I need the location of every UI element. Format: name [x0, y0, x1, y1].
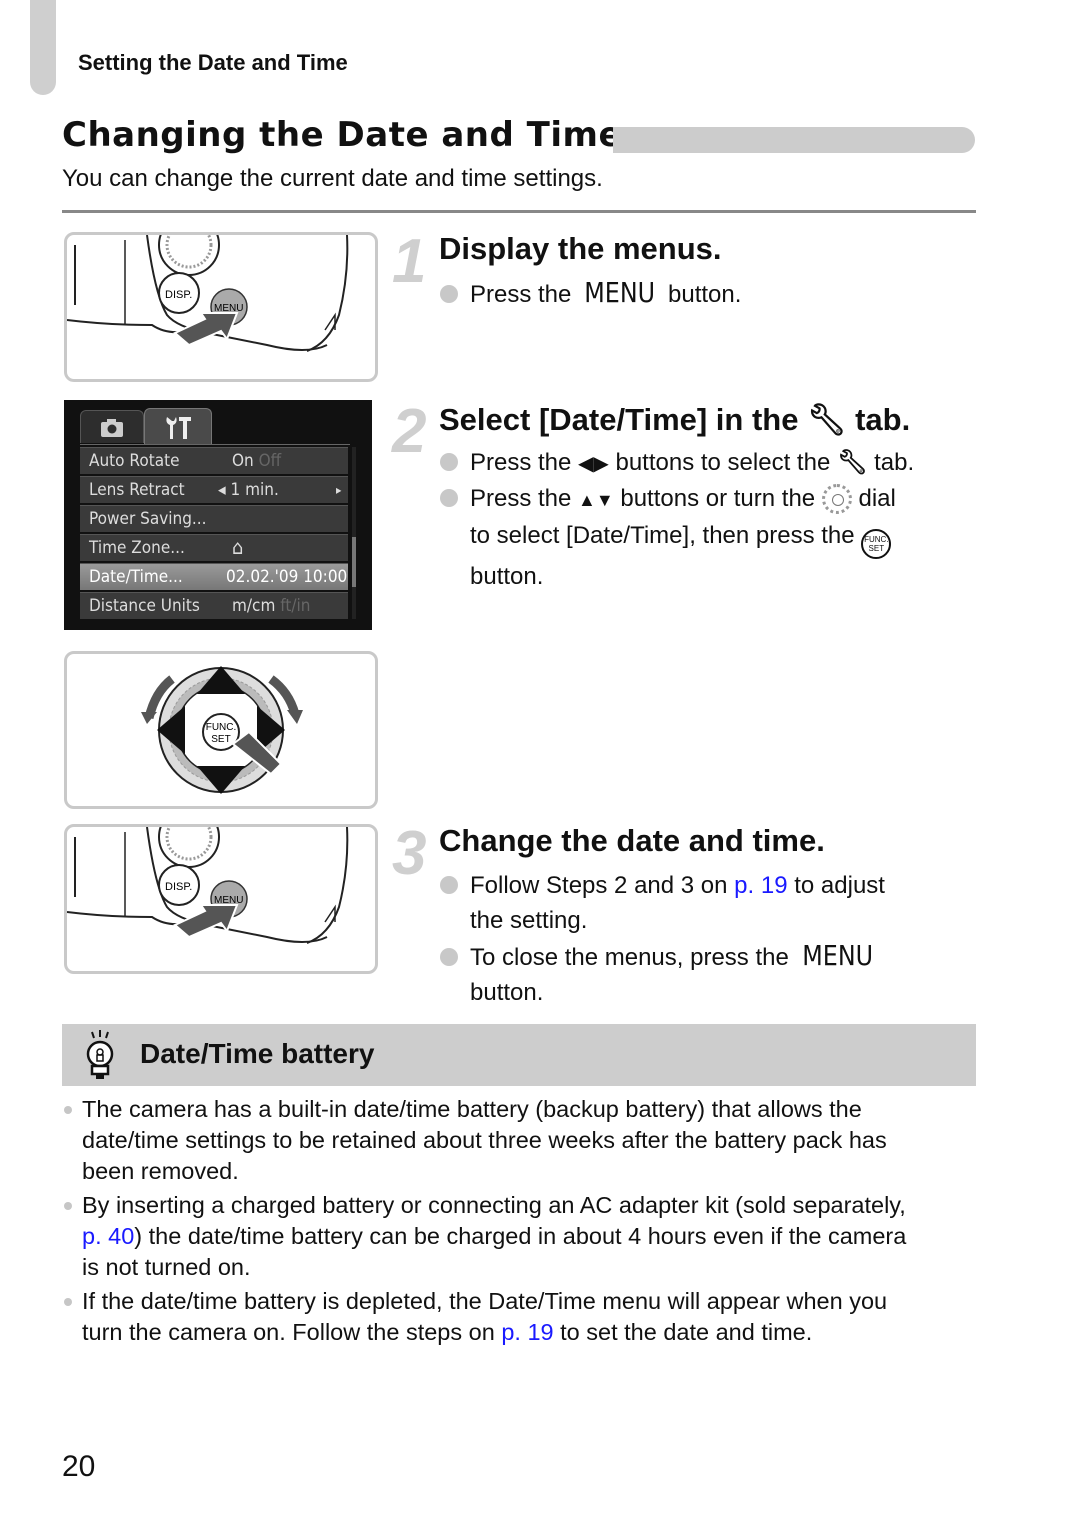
- step-bullet: Press the MENU button.: [440, 275, 741, 312]
- page-link-40[interactable]: p. 40: [82, 1223, 134, 1249]
- home-icon: ⌂: [232, 535, 244, 559]
- menu-row-power-saving[interactable]: Power Saving...: [80, 505, 348, 532]
- running-head: Setting the Date and Time: [78, 50, 348, 75]
- func-label: FUNC.: [206, 722, 237, 733]
- disp-label: DISP.: [165, 881, 192, 893]
- bullet-dot: [440, 876, 458, 894]
- right-arrow-icon: ▸: [336, 483, 342, 497]
- menu-button-label: MENU: [584, 276, 656, 309]
- tip-note: By inserting a charged battery or connec…: [62, 1190, 977, 1283]
- menu-row-distance-units[interactable]: Distance Units m/cm ft/in: [80, 592, 348, 619]
- bullet-dot: [64, 1202, 72, 1210]
- menu-button-label: MENU: [801, 939, 873, 972]
- arrow-pointer-icon: [173, 312, 239, 347]
- page-link-19[interactable]: p. 19: [734, 872, 787, 899]
- control-dial-illustration: FUNC. SET: [141, 666, 303, 794]
- menu-row-date-time[interactable]: Date/Time... 02.02.'09 10:00: [80, 563, 348, 590]
- control-dial-icon: [821, 484, 852, 514]
- tip-title: Date/Time battery: [140, 1038, 375, 1069]
- step-bullet: To close the menus, press the MENU butto…: [440, 938, 980, 1010]
- chapter-tab-marker: [30, 0, 56, 95]
- menu-row-time-zone[interactable]: Time Zone... ⌂: [80, 534, 348, 561]
- step-title: Display the menus.: [439, 231, 722, 266]
- settings-tab: [144, 408, 212, 445]
- left-right-buttons-icon: ◀▶: [578, 453, 609, 475]
- bullet-dot: [440, 285, 458, 303]
- disp-label: DISP.: [165, 289, 192, 301]
- bullet-dot: [440, 948, 458, 966]
- bullet-dot: [64, 1298, 72, 1306]
- illustration-menu-button-close: DISP. MENU: [64, 824, 378, 974]
- set-label: SET: [211, 734, 230, 745]
- camera-back-illustration: DISP. MENU: [67, 827, 349, 944]
- bullet-dot: [64, 1106, 72, 1114]
- step-bullet: Follow Steps 2 and 3 on p. 19 to adjust …: [440, 868, 980, 938]
- step-title: Select [Date/Time] in the 🔧︎ tab.: [439, 402, 911, 437]
- step-number: 3: [392, 819, 427, 888]
- step-number: 2: [392, 397, 427, 466]
- step-bullet: Press the ▲▼ buttons or turn the dial to…: [440, 481, 980, 594]
- camera-tab: [80, 410, 144, 443]
- camera-icon: [101, 419, 123, 437]
- menu-row-auto-rotate[interactable]: Auto Rotate On Off: [80, 447, 348, 474]
- step-title: Change the date and time.: [439, 823, 825, 858]
- scrollbar-thumb[interactable]: [352, 537, 356, 587]
- wrench-hammer-icon: 🔧︎: [807, 402, 847, 437]
- tip-note: If the date/time battery is depleted, th…: [62, 1286, 977, 1348]
- illustration-control-dial: FUNC. SET: [64, 651, 378, 809]
- wrench-hammer-icon: [166, 417, 191, 439]
- page-number: 20: [62, 1450, 96, 1483]
- up-down-buttons-icon: ▲▼: [578, 490, 614, 510]
- lightbulb-icon: [82, 1030, 118, 1087]
- title-decoration-bar: [613, 127, 975, 153]
- camera-back-illustration: DISP. MENU: [67, 235, 349, 352]
- menu-screen: Auto Rotate On Off Lens Retract ◂ 1 min.…: [64, 400, 372, 630]
- step-bullet: Press the ◀▶ buttons to select the 🔧︎ ta…: [440, 445, 980, 482]
- step-number: 1: [392, 227, 427, 296]
- illustration-menu-button: DISP. MENU: [64, 232, 378, 382]
- menu-scrollbar[interactable]: [352, 447, 356, 619]
- wrench-hammer-icon: 🔧︎: [836, 449, 868, 476]
- section-title: Changing the Date and Time: [62, 115, 623, 155]
- section-intro: You can change the current date and time…: [62, 165, 603, 192]
- tip-note: The camera has a built-in date/time batt…: [62, 1094, 977, 1187]
- arrow-pointer-icon: [173, 904, 239, 939]
- page-link-19[interactable]: p. 19: [501, 1319, 553, 1345]
- func-set-button-icon: FUNC. SET: [861, 529, 892, 559]
- bullet-dot: [440, 489, 458, 507]
- bullet-dot: [440, 453, 458, 471]
- divider: [62, 210, 976, 213]
- menu-row-lens-retract[interactable]: Lens Retract ◂ 1 min. ▸: [80, 476, 348, 503]
